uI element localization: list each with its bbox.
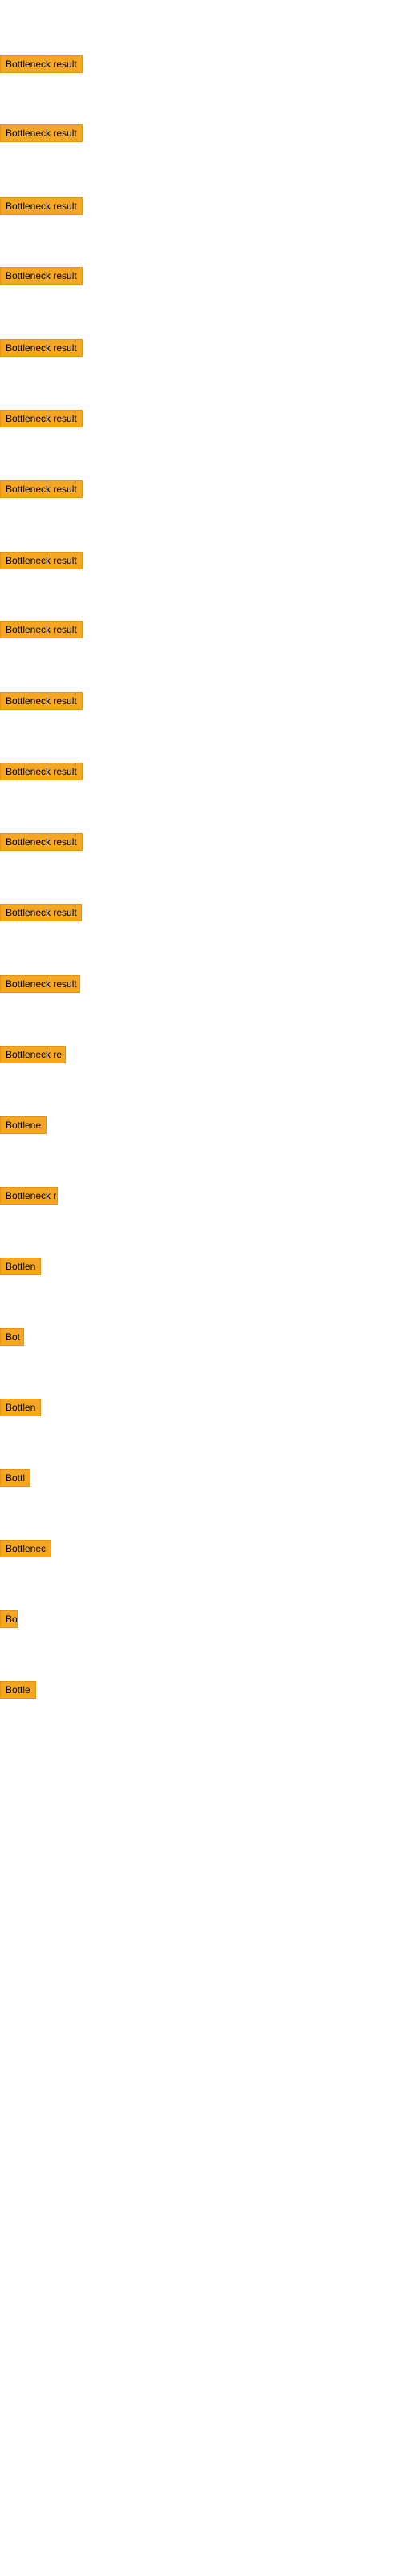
bottleneck-item-19: Bot [0,1328,24,1350]
bottleneck-badge-3[interactable]: Bottleneck result [0,197,83,215]
bottleneck-item-7: Bottleneck result [0,480,83,502]
bottleneck-badge-11[interactable]: Bottleneck result [0,763,83,780]
bottleneck-badge-16[interactable]: Bottlene [0,1116,47,1134]
bottleneck-badge-12[interactable]: Bottleneck result [0,833,83,851]
bottleneck-item-10: Bottleneck result [0,692,83,714]
bottleneck-badge-6[interactable]: Bottleneck result [0,410,83,427]
bottleneck-badge-17[interactable]: Bottleneck r [0,1187,58,1205]
bottleneck-badge-7[interactable]: Bottleneck result [0,480,83,498]
bottleneck-badge-13[interactable]: Bottleneck result [0,904,82,921]
bottleneck-item-14: Bottleneck result [0,975,80,997]
bottleneck-item-15: Bottleneck re [0,1046,66,1067]
bottleneck-badge-22[interactable]: Bottlenec [0,1540,51,1557]
bottleneck-badge-4[interactable]: Bottleneck result [0,267,83,285]
bottleneck-item-6: Bottleneck result [0,410,83,431]
bottleneck-item-13: Bottleneck result [0,904,82,925]
bottleneck-badge-18[interactable]: Bottlen [0,1258,41,1275]
bottleneck-item-22: Bottlenec [0,1540,51,1561]
bottleneck-item-11: Bottleneck result [0,763,83,784]
bottleneck-item-3: Bottleneck result [0,197,83,219]
bottleneck-item-8: Bottleneck result [0,552,83,573]
bottleneck-item-16: Bottlene [0,1116,47,1138]
bottleneck-item-5: Bottleneck result [0,339,83,361]
bottleneck-badge-9[interactable]: Bottleneck result [0,621,83,638]
bottleneck-item-12: Bottleneck result [0,833,83,855]
bottleneck-badge-19[interactable]: Bot [0,1328,24,1346]
bottleneck-badge-15[interactable]: Bottleneck re [0,1046,66,1063]
bottleneck-item-24: Bottle [0,1681,36,1703]
bottleneck-item-4: Bottleneck result [0,267,83,289]
bottleneck-item-20: Bottlen [0,1399,41,1420]
bottleneck-badge-10[interactable]: Bottleneck result [0,692,83,710]
bottleneck-item-2: Bottleneck result [0,124,83,146]
bottleneck-item-1: Bottleneck result [0,55,83,77]
bottleneck-item-9: Bottleneck result [0,621,83,642]
bottleneck-item-18: Bottlen [0,1258,41,1279]
bottleneck-badge-8[interactable]: Bottleneck result [0,552,83,569]
bottleneck-badge-20[interactable]: Bottlen [0,1399,41,1416]
bottleneck-badge-5[interactable]: Bottleneck result [0,339,83,357]
bottleneck-badge-1[interactable]: Bottleneck result [0,55,83,73]
bottleneck-item-23: Bo [0,1610,18,1632]
bottleneck-badge-14[interactable]: Bottleneck result [0,975,80,993]
bottleneck-badge-23[interactable]: Bo [0,1610,18,1628]
bottleneck-badge-24[interactable]: Bottle [0,1681,36,1699]
bottleneck-item-17: Bottleneck r [0,1187,58,1209]
bottleneck-badge-2[interactable]: Bottleneck result [0,124,83,142]
site-header [0,0,401,10]
bottleneck-badge-21[interactable]: Bottl [0,1469,30,1487]
bottleneck-item-21: Bottl [0,1469,30,1491]
